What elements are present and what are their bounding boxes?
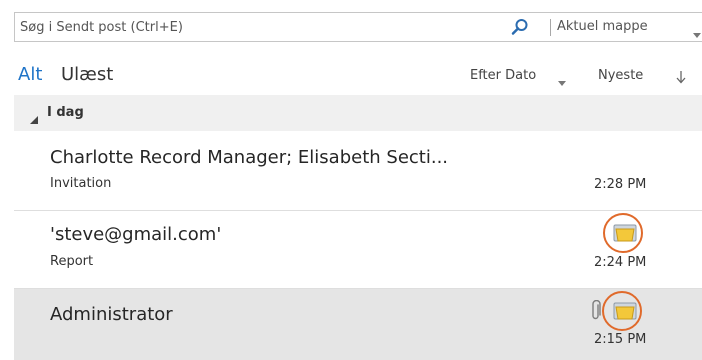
arrow-down-icon[interactable]: [676, 69, 686, 84]
message-time: 2:28 PM: [594, 177, 647, 192]
message-item[interactable]: 'steve@gmail.com' Report 2:24 PM: [14, 211, 702, 288]
filter-unread-tab[interactable]: Ulæst: [61, 64, 113, 85]
search-input[interactable]: [20, 13, 490, 41]
message-subject: Report: [50, 254, 94, 269]
chevron-down-icon[interactable]: [693, 24, 701, 38]
message-time: 2:15 PM: [594, 332, 647, 347]
message-item-selected[interactable]: Administrator 2:15 PM: [14, 289, 702, 360]
sort-by-dropdown[interactable]: Efter Dato: [470, 68, 536, 83]
sort-order-toggle[interactable]: Nyeste: [598, 68, 643, 83]
search-scope-dropdown[interactable]: Aktuel mappe: [557, 19, 648, 34]
highlight-circle: [603, 213, 643, 253]
highlight-circle: [602, 291, 642, 331]
message-time: 2:24 PM: [594, 255, 647, 270]
search-icon[interactable]: [511, 18, 529, 36]
message-sender: Administrator: [50, 304, 173, 325]
chevron-down-icon[interactable]: [558, 72, 566, 86]
group-header-today[interactable]: I dag: [14, 95, 702, 131]
filter-all-tab[interactable]: Alt: [18, 64, 42, 85]
message-subject: Invitation: [50, 176, 112, 191]
search-separator: [550, 19, 551, 36]
message-sender: Charlotte Record Manager; Elisabeth Sect…: [50, 147, 449, 168]
group-label: I dag: [47, 105, 84, 120]
message-item[interactable]: Charlotte Record Manager; Elisabeth Sect…: [14, 133, 702, 210]
search-box[interactable]: Aktuel mappe: [14, 12, 702, 42]
paperclip-icon: [590, 299, 602, 322]
collapse-triangle-icon[interactable]: [30, 109, 38, 124]
message-sender: 'steve@gmail.com': [50, 224, 222, 245]
